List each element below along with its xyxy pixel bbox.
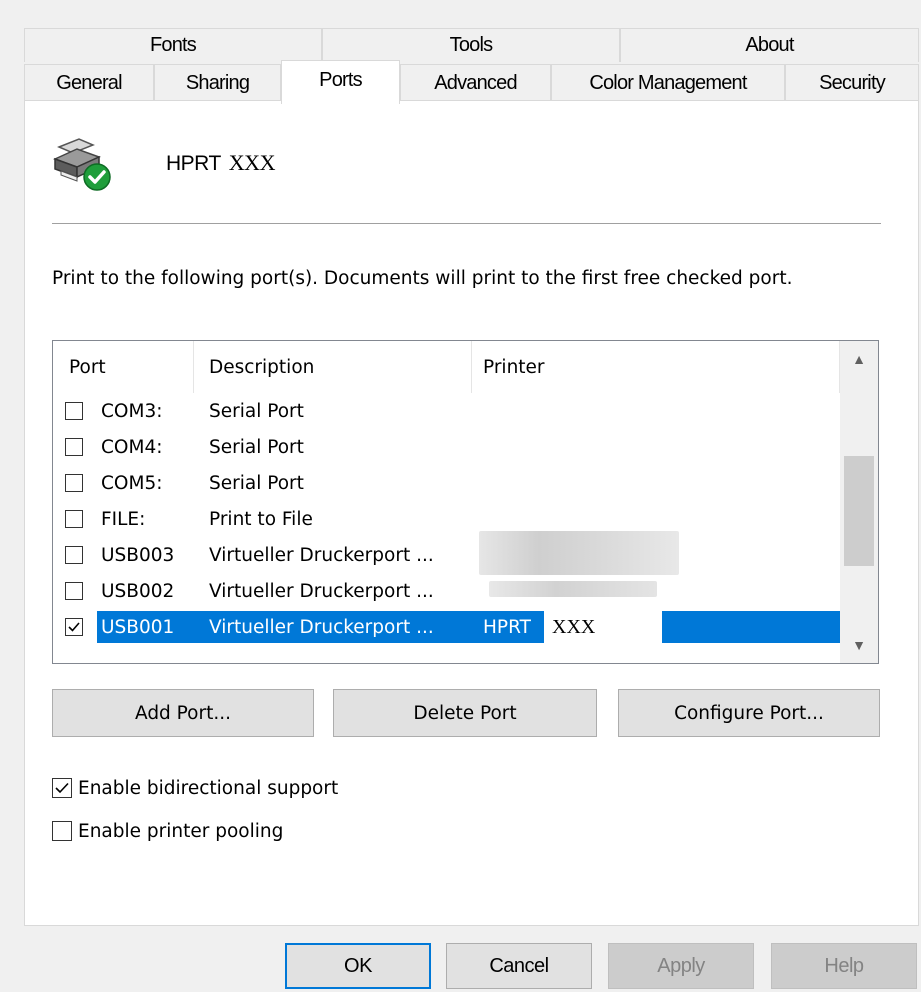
column-separator[interactable] (471, 341, 472, 393)
redacted-printer-blur (479, 531, 679, 575)
port-description: Serial Port (209, 400, 304, 422)
port-name: COM4: (101, 436, 163, 458)
printer-name: HPRT XXX (166, 150, 275, 176)
port-description: Virtueller Druckerport ... (209, 616, 434, 638)
pooling-checkbox[interactable] (52, 821, 72, 841)
tab-about[interactable]: About (620, 28, 919, 62)
ports-list-header: Port Description Printer (53, 341, 840, 393)
scroll-up-arrow-icon[interactable]: ▲ (840, 341, 878, 377)
column-header-port[interactable]: Port (69, 341, 106, 393)
scroll-down-arrow-icon[interactable]: ▼ (840, 627, 878, 663)
port-row-com5[interactable]: COM5: Serial Port (53, 465, 839, 501)
printer-pooling-option[interactable]: Enable printer pooling (52, 817, 283, 845)
help-button[interactable]: Help (771, 943, 917, 989)
ports-list[interactable]: Port Description Printer COM3: Serial Po… (52, 340, 879, 664)
bidirectional-label[interactable]: Enable bidirectional support (78, 778, 338, 799)
port-name: FILE: (101, 508, 146, 530)
ok-button[interactable]: OK (285, 943, 431, 989)
port-checkbox-usb001[interactable] (65, 618, 83, 636)
tab-general[interactable]: General (24, 64, 154, 102)
port-name: USB002 (101, 580, 175, 602)
port-name: COM5: (101, 472, 163, 494)
scroll-thumb[interactable] (844, 456, 874, 566)
port-description: Virtueller Druckerport ... (209, 544, 434, 566)
port-description: Serial Port (209, 472, 304, 494)
port-name: USB003 (101, 544, 175, 566)
apply-button[interactable]: Apply (608, 943, 754, 989)
port-name: USB001 (101, 616, 175, 638)
bidirectional-support-option[interactable]: Enable bidirectional support (52, 774, 338, 802)
pooling-label[interactable]: Enable printer pooling (78, 821, 283, 842)
port-row-file[interactable]: FILE: Print to File (53, 501, 839, 537)
tab-fonts[interactable]: Fonts (24, 28, 322, 62)
tab-strip: Fonts Tools About General Sharing Ports … (24, 28, 919, 104)
tab-sharing[interactable]: Sharing (154, 64, 281, 102)
port-description: Virtueller Druckerport ... (209, 580, 434, 602)
tab-security[interactable]: Security (785, 64, 919, 102)
printer-name-mask: XXX (544, 611, 662, 643)
port-description: Print to File (209, 508, 313, 530)
configure-port-button[interactable]: Configure Port... (618, 689, 880, 737)
port-checkbox-com5[interactable] (65, 474, 83, 492)
delete-port-button[interactable]: Delete Port (333, 689, 597, 737)
checkmark-icon (55, 782, 69, 794)
port-checkbox-com3[interactable] (65, 402, 83, 420)
tab-advanced[interactable]: Advanced (400, 64, 551, 102)
tab-tools[interactable]: Tools (322, 28, 620, 62)
port-row-usb001[interactable]: USB001 Virtueller Druckerport ... HPRT X… (53, 609, 841, 645)
printer-ready-icon (53, 137, 117, 193)
port-row-usb002[interactable]: USB002 Virtueller Druckerport ... (53, 573, 839, 609)
tab-ports[interactable]: Ports (281, 60, 400, 104)
column-separator[interactable] (193, 341, 194, 393)
ports-list-scrollbar[interactable]: ▲ ▼ (840, 341, 878, 663)
cancel-button[interactable]: Cancel (446, 943, 592, 989)
port-checkbox-usb003[interactable] (65, 546, 83, 564)
tab-color-management[interactable]: Color Management (551, 64, 785, 102)
add-port-button[interactable]: Add Port... (52, 689, 314, 737)
redacted-printer-blur (489, 581, 657, 597)
header-divider (52, 223, 881, 224)
printer-name-mask: XXX (228, 150, 276, 175)
port-row-usb003[interactable]: USB003 Virtueller Druckerport ... (53, 531, 839, 575)
port-description: Serial Port (209, 436, 304, 458)
port-row-com3[interactable]: COM3: Serial Port (53, 393, 839, 429)
column-header-description[interactable]: Description (209, 341, 314, 393)
checkmark-icon (68, 622, 80, 632)
bidirectional-checkbox[interactable] (52, 778, 72, 798)
port-name: COM3: (101, 400, 163, 422)
column-header-printer[interactable]: Printer (483, 341, 545, 393)
port-row-com4[interactable]: COM4: Serial Port (53, 429, 839, 465)
port-checkbox-file[interactable] (65, 510, 83, 528)
ports-instructions: Print to the following port(s). Document… (52, 268, 793, 289)
port-checkbox-com4[interactable] (65, 438, 83, 456)
port-printer: HPRT (483, 616, 531, 638)
port-checkbox-usb002[interactable] (65, 582, 83, 600)
printer-name-text: HPRT (166, 152, 221, 175)
